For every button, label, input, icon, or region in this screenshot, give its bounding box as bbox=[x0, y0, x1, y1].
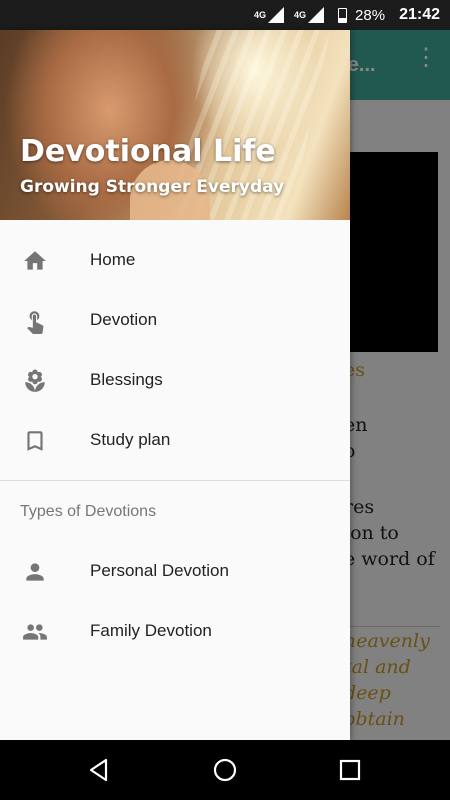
navigation-drawer: Devotional Life Growing Stronger Everyda… bbox=[0, 30, 350, 740]
menu-item-family-devotion[interactable]: Family Devotion bbox=[0, 601, 350, 661]
section-header: Types of Devotions bbox=[20, 503, 157, 520]
menu-item-label: Home bbox=[90, 250, 136, 269]
battery-icon bbox=[338, 7, 348, 23]
menu-item-blessings[interactable]: Blessings bbox=[0, 350, 350, 410]
person-icon bbox=[26, 563, 44, 581]
menu-item-label: Personal Devotion bbox=[90, 561, 229, 580]
drawer-header: Devotional Life Growing Stronger Everyda… bbox=[0, 30, 350, 220]
recents-icon[interactable] bbox=[335, 755, 365, 785]
clock: 21:42 bbox=[399, 6, 440, 23]
network-type-2: 4G bbox=[294, 10, 307, 20]
drawer-subtitle: Growing Stronger Everyday bbox=[20, 177, 285, 197]
drawer-title: Devotional Life bbox=[20, 134, 276, 169]
touch-icon bbox=[27, 311, 44, 334]
system-nav-bar bbox=[0, 740, 450, 800]
bookmark-icon bbox=[27, 431, 43, 451]
drawer-menu: Home Devotion Blessings Study plan Types… bbox=[0, 220, 350, 661]
back-icon[interactable] bbox=[84, 755, 114, 785]
menu-item-study-plan[interactable]: Study plan bbox=[0, 410, 350, 470]
signal-icon bbox=[268, 7, 285, 23]
home-nav-icon[interactable] bbox=[210, 755, 240, 785]
home-icon bbox=[24, 251, 46, 270]
status-bar: 4G 4G 28% 21:42 bbox=[0, 0, 450, 30]
signal-icon bbox=[308, 7, 325, 23]
menu-item-label: Study plan bbox=[90, 430, 171, 449]
flower-icon bbox=[25, 369, 45, 392]
people-icon bbox=[23, 624, 47, 640]
menu-item-personal-devotion[interactable]: Personal Devotion bbox=[0, 541, 350, 601]
network-type-1: 4G bbox=[254, 10, 267, 20]
menu-item-label: Blessings bbox=[90, 370, 163, 389]
battery-percent: 28% bbox=[355, 6, 386, 24]
menu-item-home[interactable]: Home bbox=[0, 230, 350, 290]
menu-item-devotion[interactable]: Devotion bbox=[0, 290, 350, 350]
menu-item-label: Family Devotion bbox=[90, 621, 212, 640]
menu-item-label: Devotion bbox=[90, 310, 158, 329]
